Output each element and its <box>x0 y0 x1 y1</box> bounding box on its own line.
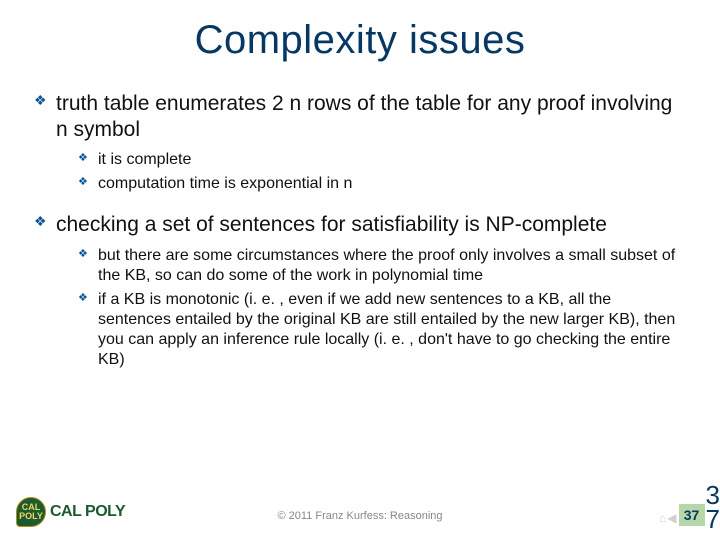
home-icon[interactable]: ⌂ <box>659 511 666 525</box>
slide-content: truth table enumerates 2 n rows of the t… <box>0 71 720 370</box>
bullet-1-text: truth table enumerates 2 n rows of the t… <box>56 92 672 141</box>
page-number-large-bottom: 7 <box>706 507 720 532</box>
bullet-2a: but there are some circumstances where t… <box>78 246 686 286</box>
slide-title: Complexity issues <box>0 0 720 71</box>
bullet-1b: computation time is exponential in n <box>78 174 686 194</box>
bullet-2b: if a KB is monotonic (i. e. , even if we… <box>78 290 686 370</box>
slide: Complexity issues truth table enumerates… <box>0 0 720 540</box>
bullet-1-sublist: it is complete computation time is expon… <box>56 150 686 194</box>
page-number-group: ⌂ ◀ 37 3 7 <box>659 488 720 528</box>
prev-icon[interactable]: ◀ <box>667 511 676 525</box>
calpoly-logo-text: CAL POLY <box>50 503 125 521</box>
bullet-2-text: checking a set of sentences for satisfia… <box>56 213 607 236</box>
bullet-1: truth table enumerates 2 n rows of the t… <box>34 91 686 194</box>
copyright-text: © 2011 Franz Kurfess: Reasoning <box>277 510 442 522</box>
bullet-list-level1: truth table enumerates 2 n rows of the t… <box>34 91 686 370</box>
page-number-large: 3 7 <box>706 483 720 532</box>
calpoly-logo: CAL POLY CAL POLY <box>16 496 126 528</box>
bullet-2: checking a set of sentences for satisfia… <box>34 212 686 370</box>
nav-icons: ⌂ ◀ <box>659 511 676 525</box>
page-number-small: 37 <box>679 504 705 526</box>
footer: CAL POLY CAL POLY © 2011 Franz Kurfess: … <box>0 488 720 528</box>
bullet-1a: it is complete <box>78 150 686 170</box>
calpoly-badge-icon: CAL POLY <box>16 497 46 527</box>
bullet-2-sublist: but there are some circumstances where t… <box>56 246 686 370</box>
